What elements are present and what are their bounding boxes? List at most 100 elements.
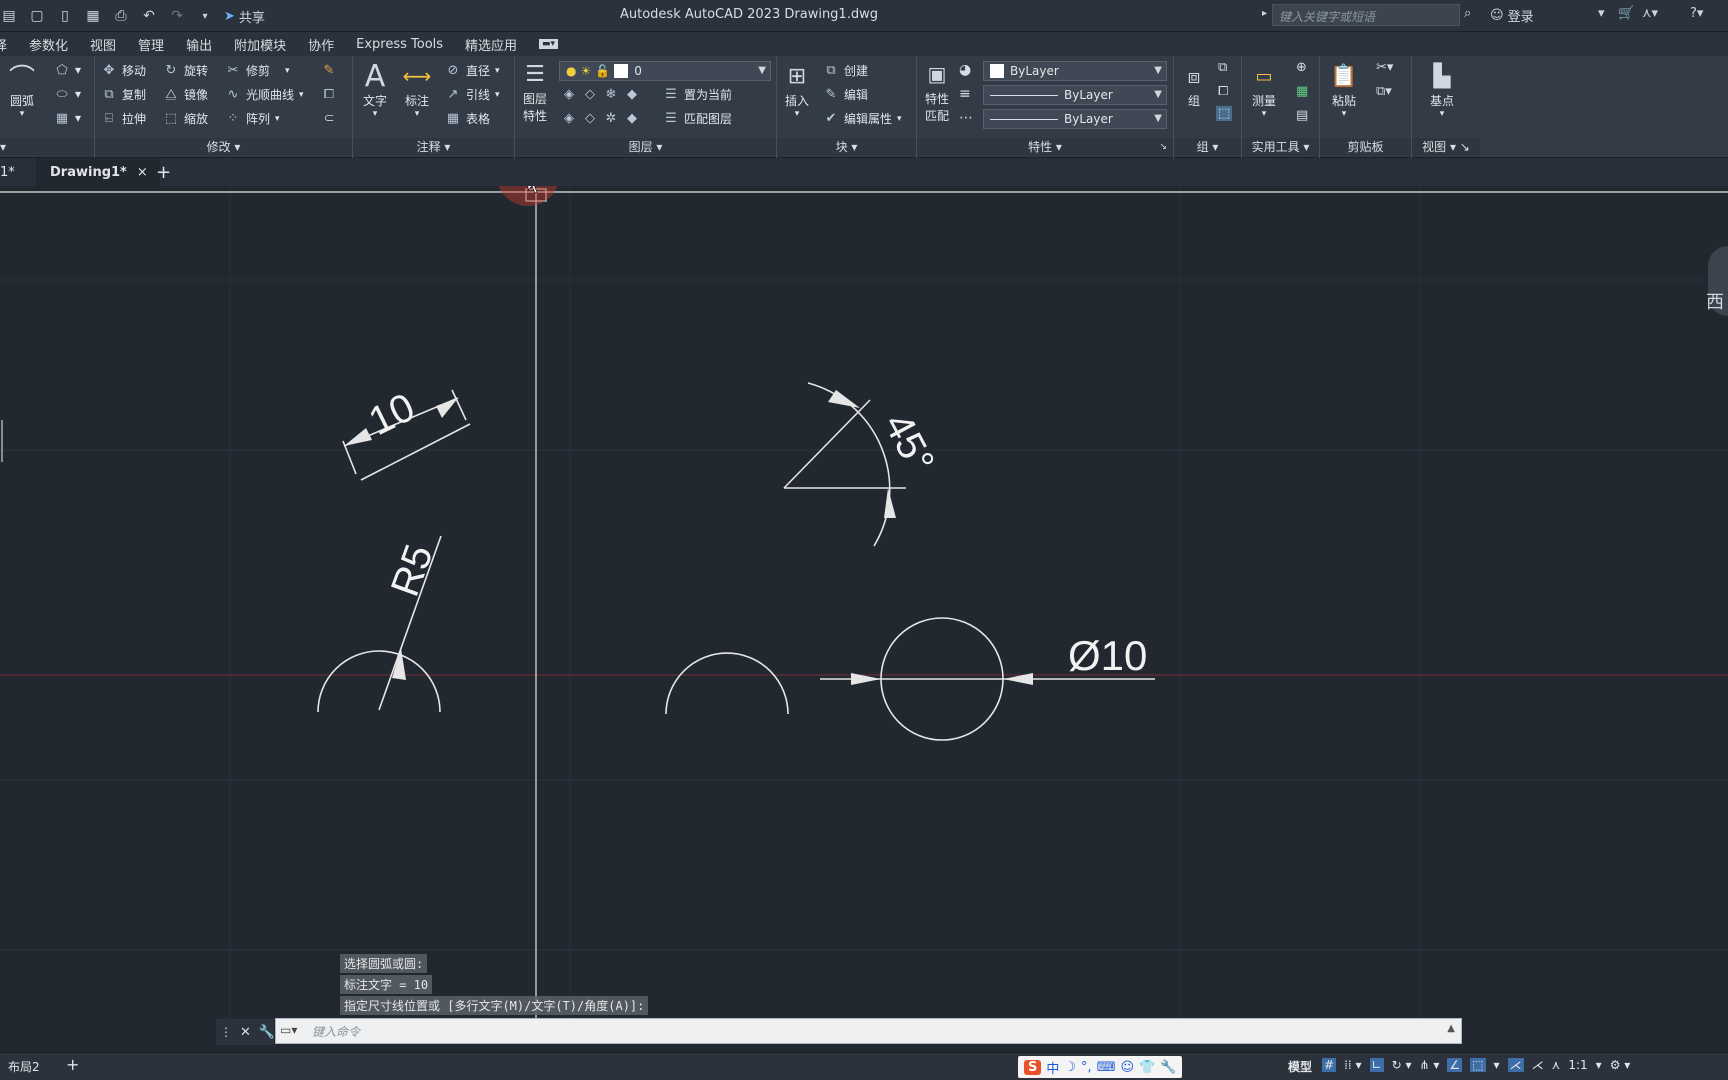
undo-icon[interactable]: ↶ bbox=[140, 7, 158, 25]
new-tab-button[interactable]: + bbox=[156, 158, 171, 186]
calculator-icon[interactable]: ▤ bbox=[1296, 108, 1308, 123]
linetype-dropdown[interactable]: ByLayer ▼ bbox=[983, 109, 1167, 129]
draw-panel-label[interactable]: ▾ bbox=[0, 138, 94, 156]
hatch-tool[interactable]: ▦ ▾ bbox=[54, 110, 81, 126]
ortho-icon[interactable]: ∟ bbox=[1369, 1058, 1384, 1072]
group-panel-label[interactable]: 组 ▾ bbox=[1174, 138, 1241, 156]
command-line[interactable]: ⋮ ✕ 🔧 ▭▾ 键入命令 ▲ bbox=[216, 1018, 1462, 1045]
grid-icon[interactable]: # bbox=[1322, 1058, 1337, 1072]
diameter-button[interactable]: ⊘ 直径 ▾ bbox=[445, 62, 500, 79]
ribbon-tab-parametric[interactable]: 参数化 bbox=[29, 35, 68, 54]
table-button[interactable]: ▦ 表格 bbox=[445, 110, 490, 127]
rotate-button[interactable]: ↻ 旋转 bbox=[163, 62, 208, 79]
move-button[interactable]: ✥ 移动 bbox=[101, 62, 146, 79]
insert-button[interactable]: ⊞ 插入 ▾ bbox=[781, 60, 813, 120]
block-panel-label[interactable]: 块 ▾ bbox=[777, 138, 916, 156]
moon-icon[interactable]: ☽ bbox=[1064, 1060, 1076, 1075]
login-button[interactable]: ☺ 登录 bbox=[1490, 6, 1534, 25]
add-layout-button[interactable]: + bbox=[66, 1055, 79, 1074]
lineweight-dropdown[interactable]: ByLayer ▼ bbox=[983, 85, 1167, 105]
annotation-scale-icon[interactable]: ⋏ bbox=[1552, 1058, 1561, 1072]
layer-properties-button[interactable]: ☰ 图层 特性 bbox=[519, 58, 551, 124]
layer-dropdown[interactable]: ● ☀ 🔓 0 ▼ bbox=[559, 61, 771, 81]
command-history-toggle-icon[interactable]: ▲ bbox=[1447, 1023, 1455, 1034]
utilities-panel-label[interactable]: 实用工具 ▾ bbox=[1242, 138, 1319, 156]
layer-thaw-icon[interactable]: ✲ bbox=[603, 110, 619, 126]
keyboard-icon[interactable]: ⌨ bbox=[1097, 1060, 1116, 1075]
quick-select-icon[interactable]: ▦ bbox=[1296, 84, 1308, 99]
polar-icon[interactable]: ↻ ▾ bbox=[1392, 1058, 1412, 1072]
cart-icon[interactable]: 🛒 bbox=[1618, 6, 1634, 21]
close-tab-icon[interactable]: × bbox=[137, 165, 148, 180]
snap-icon[interactable]: ⁞⁞ ▾ bbox=[1344, 1058, 1361, 1072]
scale-selector[interactable]: 1:1 bbox=[1568, 1058, 1587, 1072]
set-current-button[interactable]: ☰ 置为当前 bbox=[663, 86, 732, 103]
edit-attributes-button[interactable]: ✔ 编辑属性 ▾ bbox=[823, 110, 902, 127]
scale-button[interactable]: ⬚ 缩放 bbox=[163, 110, 208, 127]
layer-freeze-icon[interactable]: ❄ bbox=[603, 86, 619, 102]
user-icon[interactable]: ☺ bbox=[1120, 1060, 1134, 1075]
measure-button[interactable]: ▭ 测量 ▾ bbox=[1248, 60, 1280, 120]
login-dropdown-icon[interactable]: ▾ bbox=[1598, 6, 1605, 21]
linetype-icon[interactable]: ⋯ bbox=[959, 110, 973, 126]
ribbon-tab-0[interactable]: 译 bbox=[0, 35, 7, 54]
paste-button[interactable]: 📋 粘贴 ▾ bbox=[1328, 60, 1360, 120]
grip-icon[interactable]: ⋮ bbox=[220, 1025, 232, 1039]
layers-panel-label[interactable]: 图层 ▾ bbox=[515, 138, 776, 156]
tab-previous-drawing[interactable]: 1* bbox=[0, 158, 15, 186]
ribbon-tab-addins[interactable]: 附加模块 bbox=[234, 35, 286, 54]
command-prompt-icon[interactable]: ▭▾ bbox=[280, 1023, 297, 1037]
erase-button[interactable]: ✎ bbox=[321, 62, 337, 78]
layer-lock-icon[interactable]: ◆ bbox=[624, 86, 640, 102]
new-file-icon[interactable]: ▢ bbox=[28, 7, 46, 25]
annotation-panel-label[interactable]: 注释 ▾ bbox=[353, 138, 514, 156]
create-block-button[interactable]: ⧉ 创建 bbox=[823, 62, 868, 79]
customize-wrench-icon[interactable]: 🔧 bbox=[259, 1025, 275, 1040]
drawing-canvas[interactable]: 10 45° R5 Ø10 西 选择圆弧或圆: 标注文字 = 10 指定尺寸线位… bbox=[0, 186, 1728, 1044]
command-input[interactable]: 键入命令 bbox=[312, 1023, 360, 1040]
qat-dropdown-icon[interactable]: ▾ bbox=[196, 7, 214, 25]
scale-dropdown-icon[interactable]: ▾ bbox=[1596, 1058, 1602, 1072]
app-menu-icon[interactable]: ▤ bbox=[0, 7, 18, 25]
dialog-launcher-icon[interactable]: ↘ bbox=[1159, 138, 1167, 156]
group-select-icon[interactable]: ⬚ bbox=[1216, 106, 1233, 121]
dimension-button[interactable]: ⟷ 标注 ▾ bbox=[401, 60, 433, 119]
layer-isolate-icon[interactable]: ◇ bbox=[582, 86, 598, 102]
leader-button[interactable]: ↗ 引线 ▾ bbox=[445, 86, 500, 103]
object-snap-tracking-icon[interactable]: ∠ bbox=[1447, 1058, 1463, 1072]
ribbon-tab-collaborate[interactable]: 协作 bbox=[308, 35, 334, 54]
cut-icon[interactable]: ✂▾ bbox=[1376, 60, 1393, 75]
layer-on-icon[interactable]: ◈ bbox=[561, 110, 577, 126]
ribbon-tab-manage[interactable]: 管理 bbox=[138, 35, 164, 54]
skin-icon[interactable]: 👕 bbox=[1139, 1060, 1155, 1075]
array-button[interactable]: ⁘ 阵列 ▾ bbox=[225, 110, 280, 127]
view-panel-label[interactable]: 视图 ▾ ↘ bbox=[1412, 138, 1480, 156]
annotation-visibility-icon[interactable]: ⋌ bbox=[1507, 1058, 1524, 1072]
ribbon-tab-output[interactable]: 输出 bbox=[186, 35, 212, 54]
auto-scale-icon[interactable]: ⋌ bbox=[1532, 1058, 1544, 1072]
match-properties-button[interactable]: ▣ 特性 匹配 bbox=[921, 58, 953, 124]
group-button[interactable]: ⧈ 组 bbox=[1178, 60, 1210, 109]
mirror-button[interactable]: ⧋ 镜像 bbox=[163, 86, 208, 103]
copy-clip-icon[interactable]: ⧉▾ bbox=[1376, 84, 1392, 99]
base-point-button[interactable]: ▙ 基点 ▾ bbox=[1426, 60, 1458, 120]
copy-button[interactable]: ⧉ 复制 bbox=[101, 86, 146, 103]
stretch-button[interactable]: ⍇ 拉伸 bbox=[101, 110, 146, 127]
ime-mode-label[interactable]: 中 bbox=[1046, 1058, 1059, 1077]
search-icon[interactable]: ⌕ bbox=[1464, 6, 1471, 21]
ribbon-display-toggle-icon[interactable]: ▬▾ bbox=[539, 39, 559, 49]
modify-panel-label[interactable]: 修改 ▾ bbox=[95, 138, 352, 156]
layer-off-icon[interactable]: ◈ bbox=[561, 86, 577, 102]
layer-unisolate-icon[interactable]: ◇ bbox=[582, 110, 598, 126]
search-input[interactable]: 键入关键字或短语 bbox=[1272, 4, 1460, 26]
workspace-gear-icon[interactable]: ⚙ ▾ bbox=[1610, 1058, 1631, 1072]
object-snap-icon[interactable]: ⬚ bbox=[1470, 1058, 1486, 1072]
redo-icon[interactable]: ↷ bbox=[168, 7, 186, 25]
help-icon[interactable]: ?▾ bbox=[1690, 6, 1703, 21]
save-icon[interactable]: ▦ bbox=[84, 7, 102, 25]
ribbon-tab-view[interactable]: 视图 bbox=[90, 35, 116, 54]
model-space-button[interactable]: 模型 bbox=[1288, 1058, 1312, 1075]
text-button[interactable]: A 文字 ▾ bbox=[359, 59, 391, 120]
offset-button[interactable]: ⊂ bbox=[321, 110, 337, 126]
edit-block-button[interactable]: ✎ 编辑 bbox=[823, 86, 868, 103]
